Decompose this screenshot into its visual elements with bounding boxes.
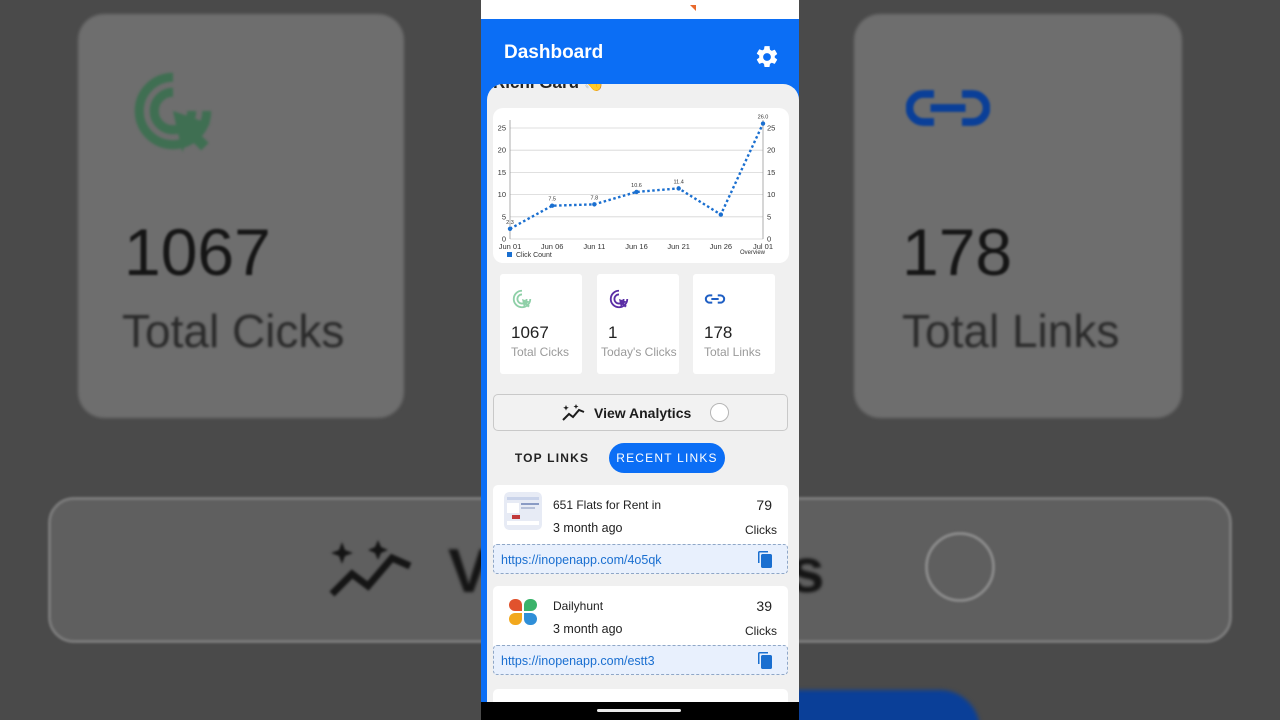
app-bar: Dashboard [481, 19, 799, 85]
stat-value: 1067 [511, 323, 549, 342]
chart-grid [509, 120, 764, 240]
chart-legend-label: Click Count [516, 252, 552, 259]
chart-point [718, 212, 724, 217]
short-url-link[interactable]: https://inopenapp.com/estt3 [501, 654, 655, 668]
link-clicks-count: 79 [756, 497, 772, 513]
stat-label: Total Cicks [511, 345, 570, 359]
bg-radio [925, 532, 995, 602]
click-count-chart: 0510152025 0510152025 Jun 01 Jun 06 Jun 11… [498, 115, 776, 259]
system-nav-bar [481, 702, 799, 720]
chart-point [634, 189, 639, 195]
chart-y-axis-right: 0510152025 [767, 124, 775, 244]
bg-total-clicks-label: Total Cicks [122, 305, 345, 357]
gear-icon[interactable] [754, 44, 780, 70]
bg-total-clicks-value: 1067 [124, 215, 271, 289]
chart-y-tick-label: 25 [498, 124, 506, 133]
dailyhunt-logo [504, 593, 542, 631]
view-analytics-button[interactable]: View Analytics [493, 394, 788, 431]
stat-card-total-clicks: 1067 Total Cicks [500, 274, 582, 374]
chart-y-tick-label: 25 [767, 124, 775, 133]
chart-x-tick-label: Jun 21 [667, 242, 690, 251]
chart-point [507, 226, 513, 231]
bg-cursor-click-icon [134, 72, 212, 153]
chart-data-label: 10.6 [631, 183, 642, 189]
chart-x-axis: Jun 01 Jun 06 Jun 11 Jun 16 Jun 21 Jun 26 Jul … [499, 242, 773, 251]
loading-indicator [710, 403, 729, 422]
chart-y-tick-label: 15 [767, 168, 775, 177]
chart-y-tick-label: 20 [498, 146, 506, 155]
chart-y-tick-label: 10 [498, 190, 506, 199]
link-age: 3 month ago [553, 521, 623, 535]
short-url-box: https://inopenapp.com/estt3 [493, 645, 788, 675]
chart-y-tick-label: 5 [767, 212, 771, 221]
chart-point [676, 186, 681, 191]
chart-x-tick-label: Jun 26 [710, 242, 733, 251]
chart-y-tick-label: 20 [767, 146, 775, 155]
chart-point [549, 203, 555, 208]
greeting-text: Ricnl Garu [493, 84, 579, 92]
waving-hand-emoji: 👋 [584, 84, 605, 92]
cursor-click-icon [609, 289, 629, 309]
chart-y-tick-label: 15 [498, 168, 506, 177]
chart-y-tick-label: 10 [767, 190, 775, 199]
short-url-box: https://inopenapp.com/4o5qk [493, 544, 788, 574]
chart-x-tick-label: Jun 06 [541, 242, 564, 251]
dashboard-content: Ricnl Garu 👋 0510152025 0510152025 Jun 0… [487, 84, 799, 704]
phone-screen: Dashboard Ricnl Garu 👋 0510152025 051015… [481, 0, 799, 720]
short-url-link[interactable]: https://inopenapp.com/4o5qk [501, 553, 662, 567]
link-card[interactable]: 651 Flats for Rent in 3 month ago 79 Cli… [493, 485, 788, 574]
bg-link-icon [906, 90, 990, 126]
link-card[interactable]: Dailyhunt 3 month ago 39 Clicks https://… [493, 586, 788, 675]
chart-data-label: 2.3 [506, 220, 514, 226]
page-title: Dashboard [504, 42, 604, 63]
chart-data-label: 26.0 [758, 115, 769, 121]
chart-x-tick-label: Jun 11 [583, 242, 605, 251]
link-clicks-label: Clicks [745, 523, 777, 537]
copy-icon[interactable] [757, 551, 773, 568]
link-age: 3 month ago [553, 622, 623, 636]
cursor-click-icon [512, 289, 532, 309]
link-clicks-count: 39 [756, 598, 772, 614]
sparkle-trend-icon [562, 404, 585, 421]
link-icon [704, 294, 726, 304]
view-analytics-label: View Analytics [594, 405, 692, 421]
home-gesture-handle[interactable] [597, 709, 681, 712]
tab-recent-links[interactable]: RECENT LINKS [609, 443, 725, 473]
bg-total-links-label: Total Links [902, 305, 1120, 357]
link-title: Dailyhunt [553, 599, 604, 613]
stat-label: Total Links [704, 345, 761, 359]
chart-data-label: 7.5 [548, 197, 556, 203]
stat-card-total-links: 178 Total Links [693, 274, 775, 374]
chart-overview-label: Overview [740, 250, 766, 256]
link-clicks-label: Clicks [745, 624, 777, 638]
chart-data-label: 7.8 [591, 195, 599, 201]
chart-points [507, 121, 766, 231]
link-title: 651 Flats for Rent in [553, 498, 662, 512]
chart-series-line [509, 123, 765, 230]
copy-icon[interactable] [757, 652, 773, 669]
chart-point [592, 202, 597, 207]
stat-label: Today's Clicks [601, 345, 677, 359]
bg-sparkle-trend-icon [329, 540, 412, 597]
chart-x-tick-label: Jun 16 [625, 242, 648, 251]
status-bar [481, 0, 799, 19]
stat-value: 1 [608, 323, 618, 342]
chart-point [760, 121, 766, 126]
webpage-thumbnail [504, 492, 542, 530]
tab-top-links[interactable]: TOP LINKS [507, 443, 597, 473]
chart-data-label: 11.4 [674, 179, 684, 185]
stat-card-todays-clicks: 1 Today's Clicks [597, 274, 679, 374]
click-chart-card: 0 5 10 15 20 25 0 5 10 15 20 25 Jun 01 Jun 06 Jun 11… [493, 108, 789, 263]
chart-legend-swatch [507, 252, 512, 257]
chart-x-tick-label: Jun 01 [499, 242, 522, 251]
notification-indicator [690, 5, 696, 11]
bg-total-links-value: 178 [902, 215, 1013, 289]
chart-y-axis-left: 0510152025 [498, 124, 506, 244]
greeting: Ricnl Garu 👋 [493, 84, 605, 93]
stat-value: 178 [704, 323, 733, 342]
